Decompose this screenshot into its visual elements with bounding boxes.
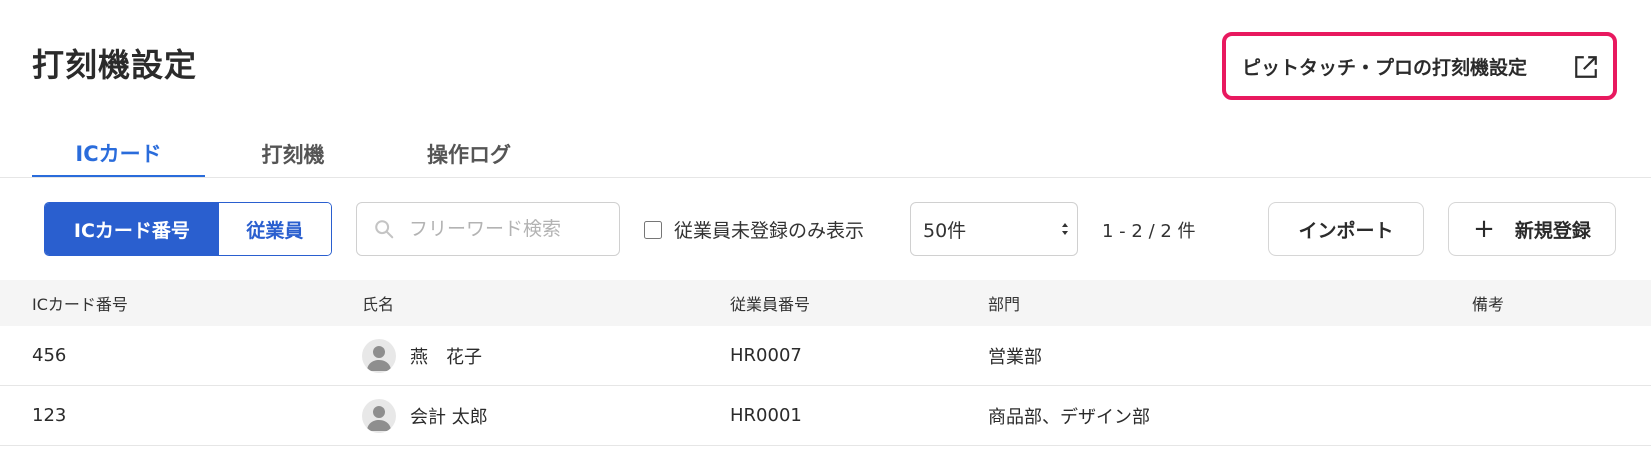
column-header[interactable]: ICカード番号 xyxy=(32,280,128,326)
select-arrows-icon xyxy=(1062,223,1068,235)
per-page-select[interactable]: 50件 xyxy=(910,202,1078,256)
column-header[interactable]: 従業員番号 xyxy=(730,280,810,326)
column-header[interactable]: 氏名 xyxy=(362,280,394,326)
table-row[interactable]: 456 燕 花子 HR0007 営業部 xyxy=(0,326,1651,386)
tab-punch-machine[interactable]: 打刻機 xyxy=(205,130,381,178)
tabs-divider xyxy=(0,177,1651,178)
employee-name: 燕 花子 xyxy=(410,346,482,368)
card-number-cell: 456 xyxy=(32,345,67,366)
name-cell: 燕 花子 xyxy=(362,326,482,385)
search-box xyxy=(356,202,620,256)
per-page-value: 50件 xyxy=(923,219,967,242)
search-type-toggle: ICカード番号 従業員 xyxy=(44,202,332,256)
table-row[interactable]: 123 会計 太郎 HR0001 商品部、デザイン部 xyxy=(0,386,1651,446)
column-header[interactable]: 部門 xyxy=(988,280,1020,326)
result-count: 1 - 2 / 2 件 xyxy=(1102,221,1196,242)
unregistered-filter-label: 従業員未登録のみ表示 xyxy=(674,220,865,242)
page-title: 打刻機設定 xyxy=(32,46,198,84)
unregistered-filter[interactable]: 従業員未登録のみ表示 xyxy=(644,216,864,243)
table-header: ICカード番号 氏名 従業員番号 部門 備考 xyxy=(0,280,1651,326)
tab-ic-card[interactable]: ICカード xyxy=(32,130,205,178)
plus-icon: + xyxy=(1473,214,1495,244)
employee-number-cell: HR0001 xyxy=(730,405,802,426)
search-icon xyxy=(375,220,394,239)
employee-name: 会計 太郎 xyxy=(410,406,488,428)
tab-operation-log[interactable]: 操作ログ xyxy=(381,130,557,178)
search-input[interactable] xyxy=(409,218,609,240)
department-cell: 営業部 xyxy=(988,346,1042,368)
unregistered-filter-checkbox[interactable] xyxy=(644,220,662,239)
tab-bar: ICカード 打刻機 操作ログ xyxy=(32,130,557,178)
new-register-button[interactable]: + 新規登録 xyxy=(1448,202,1616,256)
employee-number-cell: HR0007 xyxy=(730,345,802,366)
toggle-card-number[interactable]: ICカード番号 xyxy=(45,203,219,255)
user-avatar-icon xyxy=(362,338,396,373)
name-cell: 会計 太郎 xyxy=(362,386,488,445)
new-register-label: 新規登録 xyxy=(1514,219,1591,242)
user-avatar-icon xyxy=(362,398,396,433)
ic-card-table: ICカード番号 氏名 従業員番号 部門 備考 456 燕 花子 HR0007 営… xyxy=(0,280,1651,446)
external-settings-label: ピットタッチ・プロの打刻機設定 xyxy=(1242,56,1528,79)
external-link-icon xyxy=(1575,56,1597,78)
import-button[interactable]: インポート xyxy=(1268,202,1424,256)
external-settings-button[interactable]: ピットタッチ・プロの打刻機設定 xyxy=(1222,32,1617,100)
column-header[interactable]: 備考 xyxy=(1472,280,1504,326)
department-cell: 商品部、デザイン部 xyxy=(988,406,1150,428)
toggle-employee[interactable]: 従業員 xyxy=(218,203,331,255)
card-number-cell: 123 xyxy=(32,405,67,426)
toolbar: ICカード番号 従業員 従業員未登録のみ表示 50件 1 - 2 / 2 件 イ… xyxy=(0,202,1651,256)
